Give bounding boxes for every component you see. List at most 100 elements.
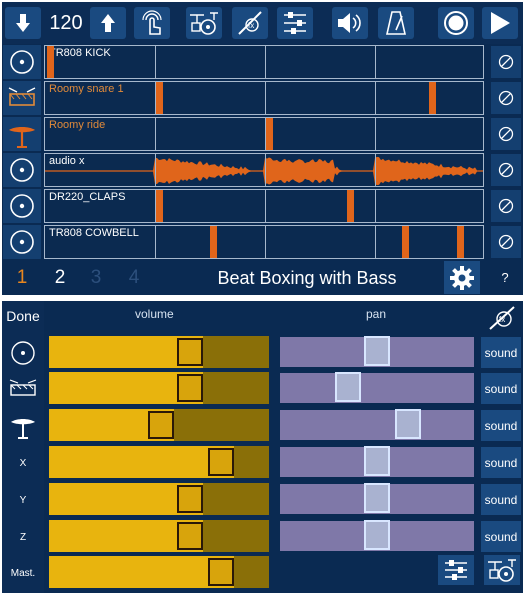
track-4-select-button[interactable] xyxy=(3,153,41,187)
track-2-lane[interactable]: Roomy snare 1 xyxy=(44,81,484,115)
track-1-mute-button[interactable] xyxy=(491,46,521,78)
track-3-select-button[interactable] xyxy=(3,117,41,151)
drum-kit-button[interactable] xyxy=(186,7,222,39)
channel-2-label xyxy=(2,372,44,406)
done-button[interactable]: Done xyxy=(2,304,44,328)
mute-icon xyxy=(498,234,514,250)
master-volume-slider[interactable] xyxy=(49,556,269,588)
pan-knob[interactable] xyxy=(364,446,390,476)
volume-knob[interactable] xyxy=(177,374,203,402)
mute-icon xyxy=(498,126,514,142)
pattern-page-3[interactable]: 3 xyxy=(78,261,114,295)
track-row-5: DR220_CLAPS xyxy=(2,189,523,223)
step-hit[interactable] xyxy=(210,226,217,258)
volume-knob[interactable] xyxy=(208,448,234,476)
pan-knob[interactable] xyxy=(364,520,390,550)
pan-slider[interactable] xyxy=(280,336,474,367)
fx-button[interactable]: fx xyxy=(232,7,268,39)
track-1-lane[interactable]: TR808 KICK xyxy=(44,45,484,79)
tempo-down-button[interactable] xyxy=(5,7,41,39)
track-6-mute-button[interactable] xyxy=(491,226,521,258)
pan-slider[interactable] xyxy=(280,446,474,477)
volume-knob[interactable] xyxy=(177,485,203,513)
step-hit[interactable] xyxy=(402,226,409,258)
volume-slider[interactable] xyxy=(49,483,269,515)
track-6-lane[interactable]: TR808 COWBELL xyxy=(44,225,484,259)
track-5-mute-button[interactable] xyxy=(491,190,521,222)
volume-slider[interactable] xyxy=(49,520,269,552)
track-5-lane[interactable]: DR220_CLAPS xyxy=(44,189,484,223)
audio-icon xyxy=(10,158,34,182)
mixer-settings-button[interactable] xyxy=(438,555,474,585)
pan-knob[interactable] xyxy=(364,336,390,366)
step-hit[interactable] xyxy=(47,46,54,78)
step-hit[interactable] xyxy=(266,118,273,150)
pan-slider[interactable] xyxy=(280,483,474,514)
mixer-button[interactable] xyxy=(277,7,313,39)
play-button[interactable] xyxy=(482,7,518,39)
volume-knob[interactable] xyxy=(148,411,174,439)
track-4-mute-button[interactable] xyxy=(491,154,521,186)
pan-slider[interactable] xyxy=(280,372,474,403)
sound-button[interactable]: sound xyxy=(481,447,521,478)
pattern-page-1[interactable]: 1 xyxy=(4,261,40,295)
volume-slider[interactable] xyxy=(49,446,269,478)
metronome-button[interactable] xyxy=(378,7,414,39)
volume-knob[interactable] xyxy=(177,338,203,366)
track-row-3: Roomy ride xyxy=(2,117,523,151)
fx-toggle-button[interactable]: fx xyxy=(484,303,520,333)
settings-button[interactable] xyxy=(444,261,480,294)
tap-icon xyxy=(142,10,162,35)
pattern-page-4[interactable]: 4 xyxy=(116,261,152,295)
drum-kit-icon xyxy=(190,12,218,35)
record-button[interactable] xyxy=(438,7,474,39)
cymbal-icon xyxy=(11,419,35,439)
track-name: audio x xyxy=(49,155,85,167)
step-hit[interactable] xyxy=(457,226,464,258)
tempo-up-button[interactable] xyxy=(90,7,126,39)
volume-slider[interactable] xyxy=(49,372,269,404)
track-2-select-button[interactable] xyxy=(3,81,41,115)
track-1-select-button[interactable] xyxy=(3,45,41,79)
pan-slider[interactable] xyxy=(280,409,474,440)
step-hit[interactable] xyxy=(156,190,163,222)
track-6-select-button[interactable] xyxy=(3,225,41,259)
pan-header: pan xyxy=(366,307,387,321)
sound-button[interactable]: sound xyxy=(481,373,521,404)
track-3-lane[interactable]: Roomy ride xyxy=(44,117,484,151)
sound-button[interactable]: sound xyxy=(481,521,521,552)
volume-button[interactable] xyxy=(332,7,368,39)
svg-text:fx: fx xyxy=(499,315,505,324)
pan-knob[interactable] xyxy=(395,409,421,439)
step-hit[interactable] xyxy=(429,82,436,114)
tap-button[interactable] xyxy=(134,7,170,39)
track-3-mute-button[interactable] xyxy=(491,118,521,150)
drum-kit-icon xyxy=(488,559,516,582)
pattern-page-2[interactable]: 2 xyxy=(42,261,78,295)
pan-knob[interactable] xyxy=(335,372,361,402)
kick-icon xyxy=(11,341,35,365)
pan-knob[interactable] xyxy=(364,483,390,513)
gear-icon xyxy=(450,265,474,290)
tempo-value[interactable]: 120 xyxy=(46,7,86,39)
volume-slider[interactable] xyxy=(49,409,269,441)
volume-slider[interactable] xyxy=(49,336,269,368)
volume-knob[interactable] xyxy=(208,558,234,586)
track-2-mute-button[interactable] xyxy=(491,82,521,114)
track-5-select-button[interactable] xyxy=(3,189,41,223)
play-icon xyxy=(491,12,510,34)
tempo-down-icon xyxy=(16,14,30,32)
step-hit[interactable] xyxy=(156,82,163,114)
sound-button[interactable]: sound xyxy=(481,484,521,515)
master-label: Mast. xyxy=(10,567,36,579)
volume-header: volume xyxy=(135,307,174,321)
snare-icon xyxy=(8,87,36,106)
sound-button[interactable]: sound xyxy=(481,410,521,441)
sound-button[interactable]: sound xyxy=(481,337,521,368)
volume-knob[interactable] xyxy=(177,522,203,550)
step-hit[interactable] xyxy=(347,190,354,222)
pan-slider[interactable] xyxy=(280,520,474,551)
track-4-lane[interactable]: audio x xyxy=(44,153,484,187)
drum-kit-button[interactable] xyxy=(484,555,520,585)
help-button[interactable]: ? xyxy=(488,261,522,294)
